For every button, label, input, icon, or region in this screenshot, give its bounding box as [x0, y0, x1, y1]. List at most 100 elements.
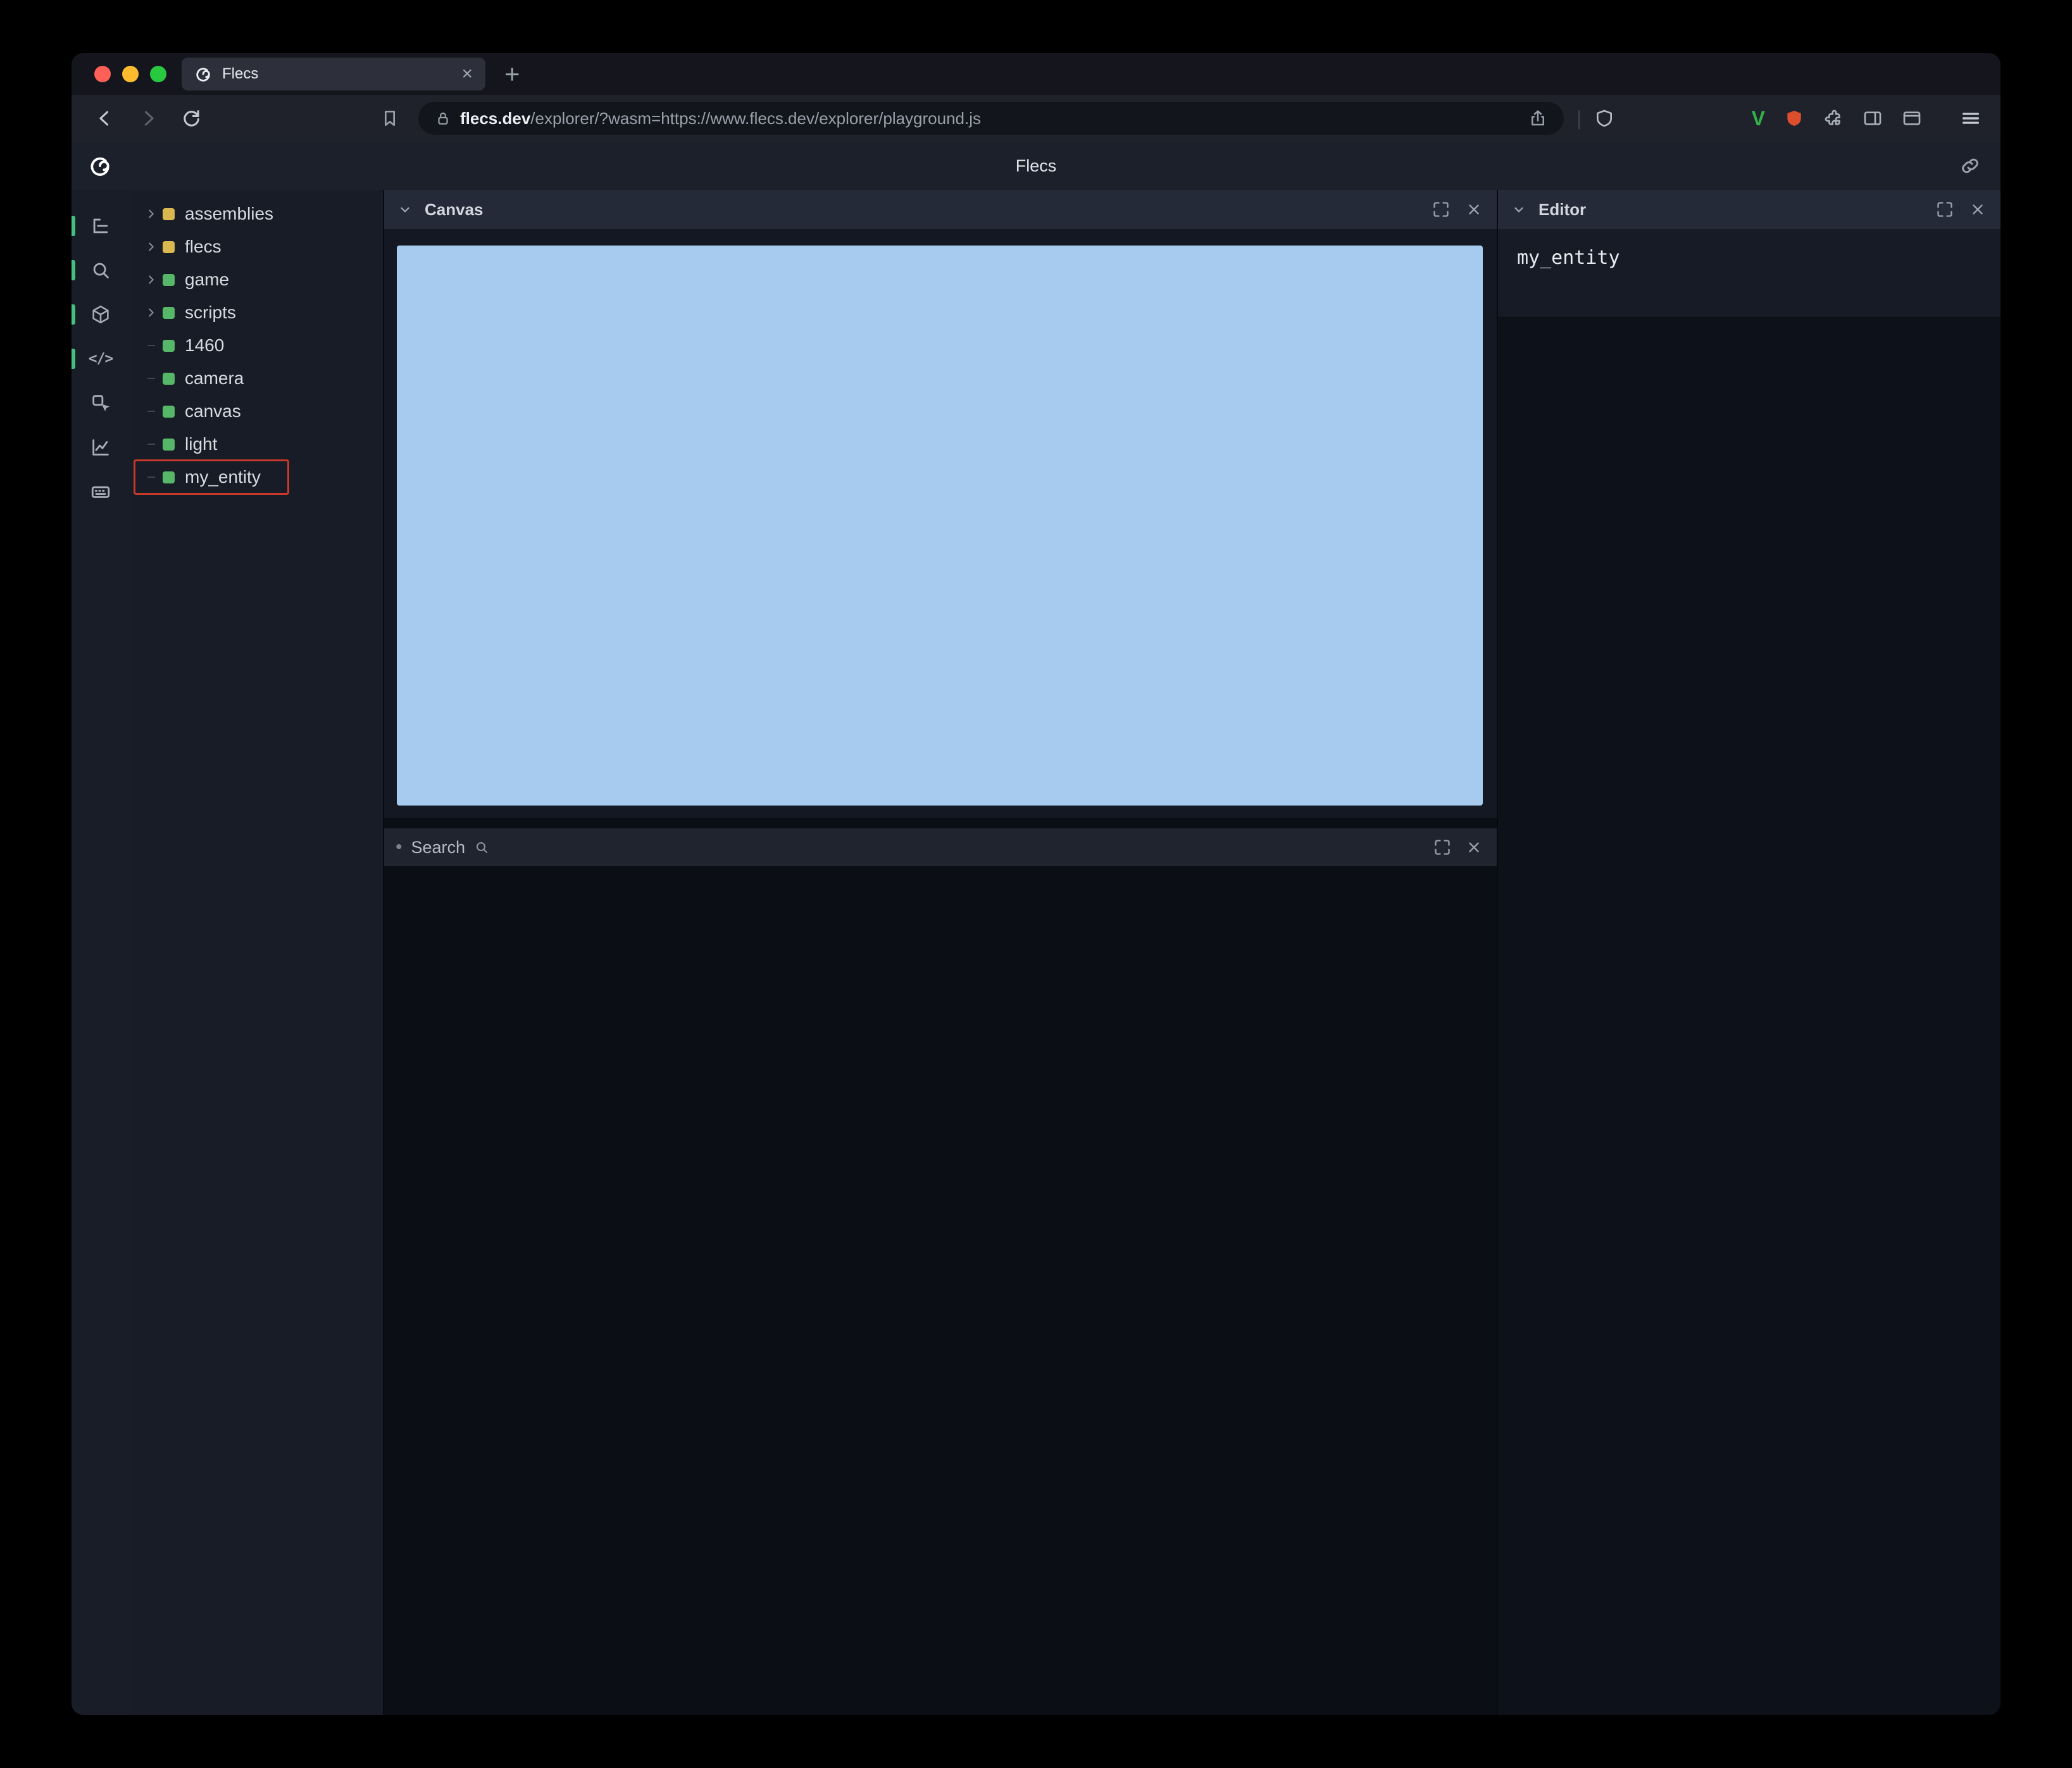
- canvas-panel-toggle[interactable]: [72, 292, 130, 337]
- tree-item-label: 1460: [185, 335, 225, 355]
- minimize-window-button[interactable]: [122, 66, 139, 82]
- toolbar-separator: |: [1576, 106, 1582, 130]
- script-editor-text[interactable]: my_entity: [1498, 229, 2000, 318]
- entity-color-swatch: [163, 405, 175, 418]
- extensions-cluster: V: [1752, 107, 1982, 130]
- search-icon: [93, 263, 109, 278]
- leaf-dash-icon: [142, 337, 160, 354]
- collapse-chevron-icon[interactable]: [1509, 200, 1528, 219]
- stats-panel-toggle[interactable]: [72, 425, 130, 470]
- tree-item-game[interactable]: game: [130, 263, 383, 296]
- expand-chevron-icon[interactable]: [142, 271, 160, 289]
- fullscreen-icon[interactable]: [1431, 836, 1454, 859]
- canvas-panel-header: Canvas: [384, 190, 1497, 229]
- center-column: Canvas • Search: [383, 190, 1497, 1715]
- editor-panel-toggle[interactable]: </>: [72, 337, 130, 381]
- url-path: /explorer/?wasm=https://www.flecs.dev/ex…: [530, 108, 982, 128]
- close-panel-icon[interactable]: [1463, 836, 1485, 859]
- canvas-panel: Canvas: [384, 190, 1497, 818]
- close-panel-icon[interactable]: [1463, 198, 1485, 221]
- search-panel-header: • Search: [384, 828, 1497, 866]
- flecs-logo-icon: [90, 157, 109, 176]
- expand-chevron-icon[interactable]: [142, 304, 160, 321]
- tree-item-label: my_entity: [185, 467, 261, 487]
- close-tab-icon[interactable]: ×: [461, 65, 473, 84]
- browser-tab[interactable]: Flecs ×: [182, 58, 485, 90]
- navigation-bar: flecs.dev/explorer/?wasm=https://www.fle…: [72, 95, 2000, 142]
- search-panel-title: Search: [411, 837, 466, 857]
- render-canvas[interactable]: [397, 246, 1483, 806]
- drag-handle-dot: •: [396, 837, 403, 857]
- sidebar-toggle-icon[interactable]: [1863, 108, 1883, 128]
- tree-item-1460[interactable]: 1460: [130, 329, 383, 362]
- tree-item-label: light: [185, 434, 218, 454]
- tab-search-icon[interactable]: [1902, 108, 1922, 128]
- tab-bar: Flecs × +: [72, 53, 2000, 95]
- flecs-explorer-app: Flecs </> assemblies flecs game scripts …: [72, 142, 2000, 1715]
- app-title: Flecs: [1015, 156, 1057, 175]
- editor-panel-title: Editor: [1538, 199, 1587, 219]
- tree-item-camera[interactable]: camera: [130, 362, 383, 395]
- canvas-panel-title: Canvas: [425, 199, 484, 219]
- app-body: </> assemblies flecs game scripts 1460 c…: [72, 190, 2000, 1715]
- close-window-button[interactable]: [94, 66, 111, 82]
- back-icon[interactable]: [90, 104, 120, 133]
- tree-item-scripts[interactable]: scripts: [130, 296, 383, 329]
- vimium-extension-icon[interactable]: V: [1752, 107, 1765, 130]
- tree-item-my-entity[interactable]: my_entity: [130, 461, 383, 494]
- active-indicator: [72, 260, 75, 280]
- inspector-panel-toggle[interactable]: [72, 381, 130, 425]
- active-indicator: [72, 304, 75, 325]
- active-indicator: [72, 216, 75, 236]
- share-icon[interactable]: [1528, 109, 1547, 128]
- search-panel-toggle[interactable]: [72, 248, 130, 292]
- adblock-extension-icon[interactable]: [1784, 108, 1804, 128]
- menu-icon[interactable]: [1960, 108, 1982, 129]
- tree-item-label: assemblies: [185, 204, 274, 223]
- code-icon: </>: [88, 351, 114, 367]
- tree-item-label: camera: [185, 368, 244, 388]
- app-header: Flecs: [72, 142, 2000, 190]
- reload-icon[interactable]: [177, 104, 206, 133]
- share-link-icon[interactable]: [1959, 154, 1982, 177]
- forward-icon[interactable]: [134, 104, 163, 133]
- flecs-favicon-icon: [196, 68, 210, 82]
- url-bar[interactable]: flecs.dev/explorer/?wasm=https://www.fle…: [418, 102, 1564, 135]
- tab-title: Flecs: [222, 65, 259, 82]
- entity-color-swatch: [163, 306, 175, 319]
- close-panel-icon[interactable]: [1966, 198, 1989, 221]
- expand-chevron-icon[interactable]: [142, 238, 160, 256]
- puzzle-extensions-icon[interactable]: [1823, 108, 1844, 128]
- tree-icon: [93, 218, 108, 233]
- leaf-dash-icon: [142, 435, 160, 453]
- leaf-dash-icon: [142, 402, 160, 420]
- entity-color-swatch: [163, 438, 175, 451]
- entity-tree-panel: assemblies flecs game scripts 1460 camer…: [130, 190, 383, 1715]
- inspector-cursor-icon: [92, 395, 110, 411]
- bookmark-icon[interactable]: [375, 104, 404, 133]
- lock-icon: [438, 112, 448, 125]
- tree-item-label: canvas: [185, 401, 241, 421]
- active-indicator: [72, 349, 75, 369]
- fullscreen-icon[interactable]: [1933, 198, 1956, 221]
- tree-item-label: game: [185, 270, 230, 289]
- tree-panel-toggle[interactable]: [72, 204, 130, 248]
- window-controls: [72, 66, 166, 82]
- expand-chevron-icon[interactable]: [142, 205, 160, 223]
- new-tab-button[interactable]: +: [504, 61, 520, 87]
- zoom-window-button[interactable]: [150, 66, 166, 82]
- panel-icon-rail: </>: [72, 190, 130, 1715]
- rest-panel-toggle[interactable]: [72, 470, 130, 514]
- tree-item-canvas[interactable]: canvas: [130, 395, 383, 428]
- entity-color-swatch: [163, 273, 175, 286]
- collapse-chevron-icon[interactable]: [396, 200, 415, 219]
- brave-shields-icon[interactable]: [1594, 108, 1614, 128]
- tree-item-light[interactable]: light: [130, 428, 383, 461]
- entity-color-swatch: [163, 372, 175, 385]
- entity-color-swatch: [163, 339, 175, 352]
- fullscreen-icon[interactable]: [1430, 198, 1452, 221]
- chart-icon: [92, 439, 109, 456]
- leaf-dash-icon: [142, 370, 160, 387]
- tree-item-assemblies[interactable]: assemblies: [130, 197, 383, 230]
- tree-item-flecs[interactable]: flecs: [130, 230, 383, 263]
